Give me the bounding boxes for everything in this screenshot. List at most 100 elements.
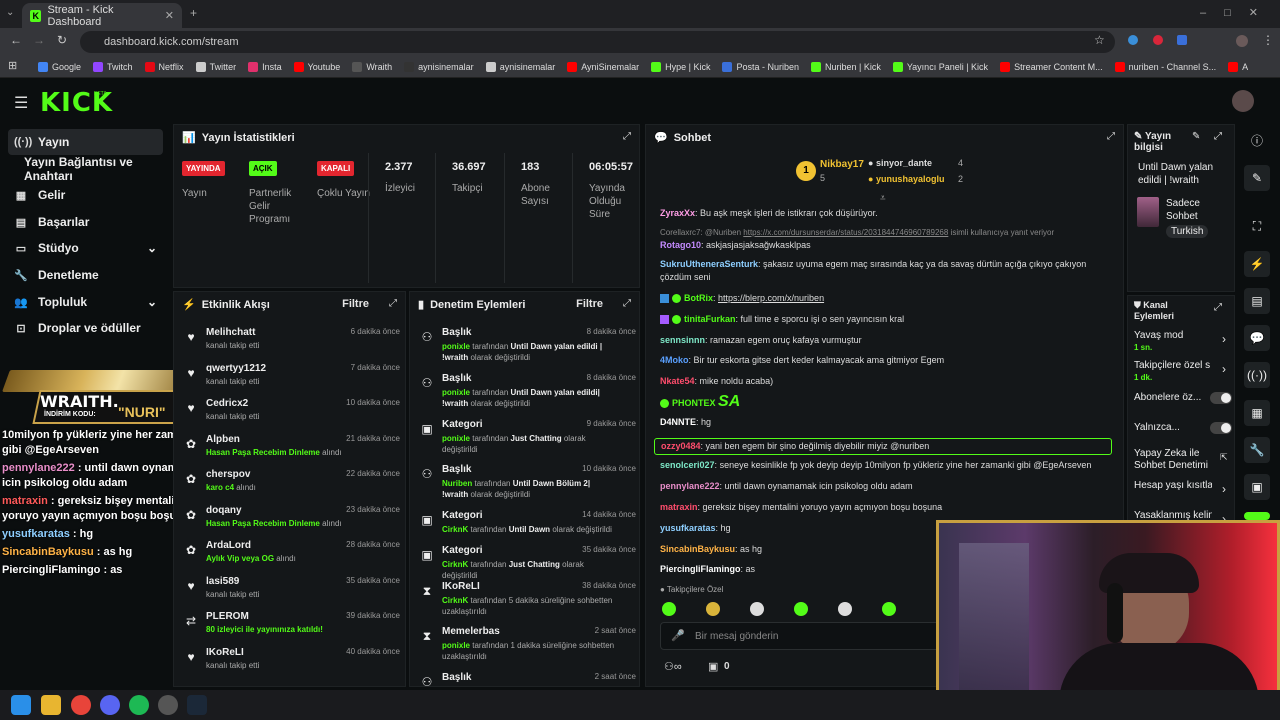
address-input[interactable]: dashboard.kick.com/stream [80,31,1115,53]
chevron-right-icon[interactable]: › [1222,482,1226,496]
steam-icon[interactable] [187,695,207,715]
modlog-moderator[interactable]: CirknK [442,525,468,534]
windows-start-icon[interactable] [11,695,31,715]
sidebar-item-yayin[interactable]: ((·)) Yayın [8,129,163,155]
emote-icon[interactable] [706,602,720,616]
emote-icon[interactable] [794,602,808,616]
channel-action-row[interactable]: Yavaş mod 1 sn. › [1134,330,1232,356]
activity-row[interactable]: ♥ Melihchatt 6 dakika önce kanalı takip ett… [182,324,402,358]
user-avatar[interactable] [1232,90,1254,112]
chat-username[interactable]: PHONTEX [672,398,716,408]
channel-action-row[interactable]: Yalnızca... [1134,422,1232,448]
activity-user[interactable]: lasi589 [206,576,239,587]
chat-username[interactable]: Nkate54 [660,376,695,386]
broadcast-icon[interactable]: ((·)) [1244,362,1270,388]
chat-input[interactable]: 🎤 Bir mesaj gönderin [660,622,945,650]
fullscreen-icon[interactable]: ⛶ [1244,213,1270,239]
chrome-icon[interactable] [71,695,91,715]
bookmark-item[interactable]: AyniSinemalar [567,62,639,72]
activity-row[interactable]: ♥ Cedricx2 10 dakika önce kanalı takip etti [182,395,402,429]
modlog-filter-button[interactable]: Filtre [576,298,603,310]
collapse-icon[interactable]: ⩡ [880,193,886,204]
modlog-row[interactable]: ⚇ Başlık 2 saat önce [418,669,638,686]
category-name[interactable]: Sadece Sohbet [1166,197,1226,223]
green-action-icon[interactable] [1244,512,1270,520]
more-menu-icon[interactable]: ⋮ [1262,33,1274,47]
external-link-icon[interactable]: ⇱ [1220,452,1228,463]
chat-icon[interactable]: 💬 [1244,325,1270,351]
emote-icon[interactable] [750,602,764,616]
chat-username[interactable]: ozzy0484 [661,441,701,451]
app-icon[interactable] [158,695,178,715]
bookmark-item[interactable]: Twitter [195,62,236,72]
sidebar-item-topluluk[interactable]: 👥 Topluluk ⌄ [8,289,163,315]
toggle-switch[interactable] [1210,422,1232,434]
bookmark-item[interactable]: Hype | Kick [651,62,710,72]
modlog-moderator[interactable]: CirknK [442,596,468,605]
bookmark-item[interactable]: Twitch [93,62,133,72]
activity-user[interactable]: ArdaLord [206,540,251,551]
gifter-name[interactable]: yunushayaloglu [876,174,945,184]
emote-icon[interactable] [882,602,896,616]
activity-row[interactable]: ✿ cherspov 22 dakika önce karo c4 alındı [182,466,402,500]
activity-user[interactable]: Cedricx2 [206,398,248,409]
profile-avatar-icon[interactable] [1236,35,1248,47]
edit-icon[interactable]: ✎ [1192,131,1200,142]
activity-row[interactable]: ♥ lasi589 35 dakika önce kanalı takip etti [182,573,402,607]
activity-row[interactable]: ✿ doqany 23 dakika önce Hasan Paşa Recebim … [182,502,402,536]
modlog-row[interactable]: ⧗ Memelerbas 2 saat önce ponixle tarafından… [418,623,638,667]
window-controls[interactable]: –□✕ [1200,6,1276,19]
chevron-right-icon[interactable]: › [1222,362,1226,376]
sidebar-item-denetleme[interactable]: 🔧 Denetleme [8,262,163,288]
emote-icon[interactable] [838,602,852,616]
bookmark-item[interactable]: aynisinemalar [404,62,474,72]
modlog-moderator[interactable]: Nuriben [442,479,472,488]
extension-icon[interactable] [1128,35,1138,45]
bookmark-item[interactable]: Wraith [352,62,392,72]
modlog-moderator[interactable]: ponixle [442,434,470,443]
bookmark-item[interactable]: Netflix [144,62,184,72]
layout-icon[interactable]: ▦ [1244,400,1270,426]
bookmark-item[interactable]: Youtube [293,62,340,72]
activity-row[interactable]: ♥ qwertyy1212 7 dakika önce kanalı takip et… [182,360,402,394]
activity-row[interactable]: ♥ IKoReLI 40 dakika önce kanalı takip etti [182,644,402,678]
new-tab-icon[interactable]: + [190,6,197,20]
user-card-icon[interactable]: ▣ [1244,474,1270,500]
top-gifter-name[interactable]: Nikbay17 [820,159,864,170]
extension-icon[interactable] [1153,35,1163,45]
activity-row[interactable]: ⇄ PLEROM 39 dakika önce 80 izleyici ile yay… [182,608,402,642]
activity-user[interactable]: qwertyy1212 [206,363,266,374]
sidebar-item-stream-key[interactable]: Yayın Bağlantısı ve Anahtarı [18,155,168,183]
channel-action-row[interactable]: Takipçilere özel s 1 dk. › [1134,360,1232,386]
bookmark-item[interactable]: aynisinemalar [485,62,555,72]
sidebar-item-basarilar[interactable]: ▤ Başarılar [8,209,163,235]
chat-username[interactable]: SincabinBaykusu [660,544,735,554]
extension-icon[interactable] [1177,35,1187,45]
emote-icon[interactable] [662,602,676,616]
menu-icon[interactable]: ☰ [14,93,28,113]
discord-icon[interactable] [100,695,120,715]
forward-icon[interactable]: → [33,33,45,47]
activity-user[interactable]: PLEROM [206,611,249,622]
info-circle-icon[interactable]: ⓘ [1244,128,1270,154]
browser-tab[interactable]: K Stream - Kick Dashboard ✕ [22,3,182,28]
bookmark-item[interactable]: Aynı Sinemalar - Ça... [1228,62,1248,72]
mic-icon[interactable]: 🎤 [671,629,685,642]
modlog-moderator[interactable]: ponixle [442,641,470,650]
chat-username[interactable]: SukruUtheneraSenturk [660,259,758,269]
expand-icon[interactable]: ⤢ [623,131,631,142]
bookmark-item[interactable]: Yayıncı Paneli | Kick [892,62,988,72]
clipboard-icon[interactable]: ▤ [1244,288,1270,314]
reload-icon[interactable]: ↻ [57,33,67,47]
modlog-row[interactable]: ⚇ Başlık 8 dakika önce ponixle tarafından U… [418,370,638,414]
channel-action-row[interactable]: Abonelere öz... [1134,392,1232,418]
bookmark-item[interactable]: Google [38,62,81,72]
channel-action-row[interactable]: Hesap yaşı kısıtla › [1134,480,1232,506]
sidebar-item-studyo[interactable]: ▭ Stüdyo ⌄ [8,235,163,261]
gifter-name[interactable]: sinyor_dante [876,158,932,168]
wrench-icon[interactable]: 🔧 [1244,437,1270,463]
channel-action-row[interactable]: Yapay Zeka ile Sohbet Denetimi ⇱ [1134,448,1232,474]
tab-list-icon[interactable]: ⌄ [6,7,14,18]
back-icon[interactable]: ← [10,33,22,47]
activity-filter-button[interactable]: Filtre [342,298,369,310]
